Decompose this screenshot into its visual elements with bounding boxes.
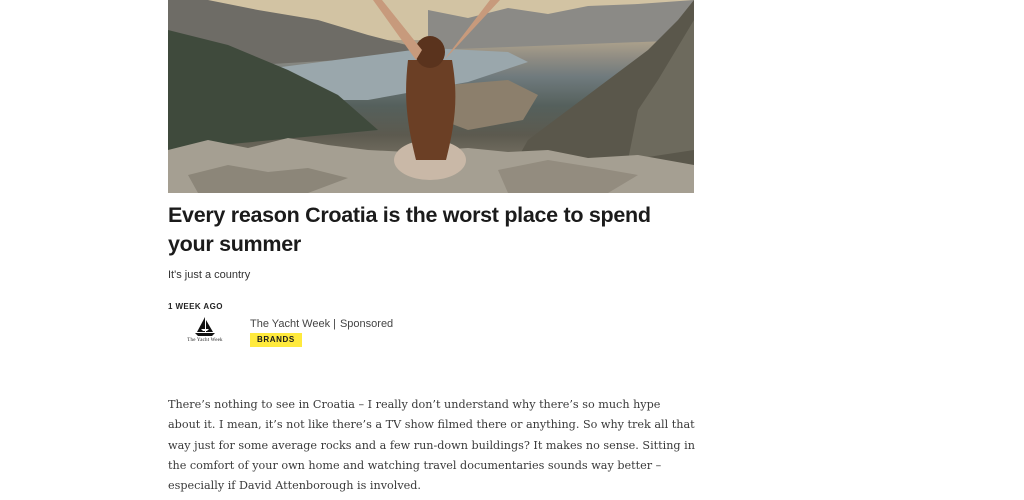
article-headline: Every reason Croatia is the worst place … (168, 203, 651, 256)
article-standfirst: It's just a country (168, 269, 251, 281)
logo-wordmark: The Yacht Week (187, 338, 223, 343)
sponsor-separator: | (333, 318, 336, 330)
sponsor-byline: The Yacht Week The Yacht Week | Sponsored … (168, 317, 694, 357)
sponsor-name-link[interactable]: The Yacht Week (250, 318, 330, 330)
hero-photo-illustration (168, 0, 694, 193)
hero-image (168, 0, 694, 193)
yacht-week-logo[interactable]: The Yacht Week (180, 317, 230, 347)
brands-badge[interactable]: BRANDS (250, 333, 302, 347)
sailboat-icon (195, 317, 215, 336)
article-date: 1 WEEK AGO (168, 302, 223, 311)
article-body-paragraph: There’s nothing to see in Croatia – I re… (168, 398, 695, 493)
sponsor-line: The Yacht Week | Sponsored (250, 318, 393, 330)
sponsored-label: Sponsored (339, 318, 394, 330)
article: Every reason Croatia is the worst place … (168, 0, 695, 496)
